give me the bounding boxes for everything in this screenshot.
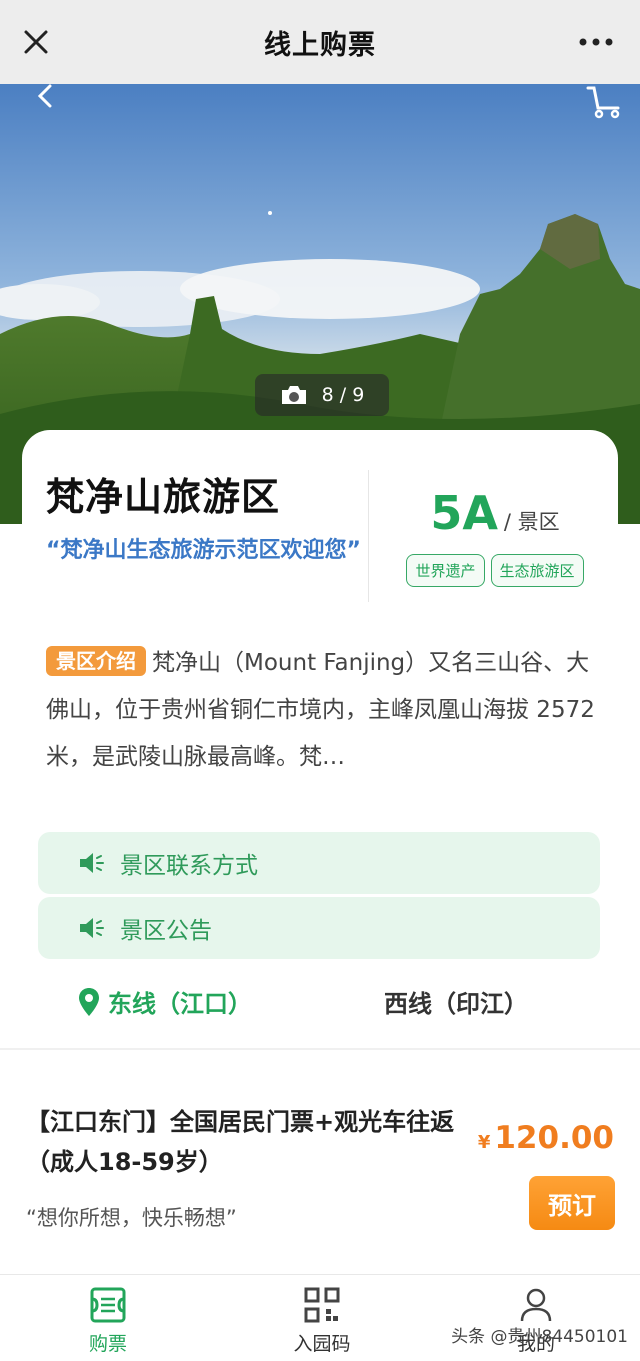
east-route-label: 东线（江口） (108, 990, 252, 1018)
nav-buy-label: 购票 (88, 1333, 127, 1355)
scenic-grade: 5A (430, 486, 498, 540)
park-introduction[interactable]: 景区介绍 梵净山（Mount Fanjing）又名三山谷、大佛山，位于贵州省铜仁市… (46, 640, 596, 781)
contact-info-row[interactable]: 景区联系方式 (38, 832, 600, 894)
route-tabs: 东线（江口） 西线（印江） (0, 970, 640, 1034)
ticket-subtitle: “想你所想，快乐畅想” (26, 1206, 237, 1230)
nav-buy-ticket[interactable]: 购票 (48, 1285, 168, 1356)
intro-badge: 景区介绍 (46, 646, 146, 676)
ticket-icon (90, 1287, 126, 1323)
ticket-price: ¥ 120.00 (478, 1120, 614, 1156)
tag-eco-tourism: 生态旅游区 (490, 554, 584, 587)
ticket-page: 线上购票 8 / 9 梵净山旅游区 “梵净山生态旅游示范区欢迎您” 5A / 景… (0, 0, 640, 1361)
announcement-label: 景区公告 (120, 918, 212, 944)
price-amount: 120.00 (494, 1120, 614, 1156)
book-button[interactable]: 预订 (529, 1176, 615, 1230)
location-pin-icon (79, 987, 99, 1016)
scenic-grade-unit: / 景区 (503, 510, 560, 534)
camera-icon (281, 386, 306, 404)
divider (368, 470, 369, 602)
close-icon[interactable] (18, 24, 54, 60)
top-navigation-bar: 线上购票 (0, 0, 640, 84)
currency-symbol: ¥ (477, 1132, 491, 1153)
qr-code-icon (304, 1287, 340, 1323)
user-icon (520, 1288, 552, 1322)
nav-entry-code[interactable]: 入园码 (262, 1285, 382, 1356)
tab-east-route[interactable]: 东线（江口） (78, 984, 252, 1019)
park-name: 梵净山旅游区 (46, 475, 281, 519)
photo-counter: 8 / 9 (255, 374, 389, 416)
tab-west-route[interactable]: 西线（印江） (384, 984, 528, 1019)
park-slogan: “梵净山生态旅游示范区欢迎您” (46, 538, 361, 563)
west-route-label: 西线（印江） (384, 990, 528, 1018)
speaker-icon (80, 918, 104, 938)
speaker-icon (80, 853, 104, 873)
ticket-name: 【江口东门】全国居民门票+观光车往返（成人18-59岁） (26, 1108, 455, 1176)
bottom-navigation: 购票 入园码 我的 (0, 1274, 640, 1361)
divider (0, 1048, 640, 1050)
page-title: 线上购票 (264, 29, 376, 61)
contact-info-label: 景区联系方式 (120, 853, 258, 879)
announcement-row[interactable]: 景区公告 (38, 897, 600, 959)
more-dots-icon[interactable] (578, 30, 614, 54)
watermark: 头条 @贵州84450101 (451, 1327, 628, 1347)
park-info-card: 梵净山旅游区 “梵净山生态旅游示范区欢迎您” 5A / 景区 世界遗产 生态旅游… (22, 430, 618, 610)
chevron-left-icon[interactable] (34, 84, 58, 112)
cart-icon[interactable] (584, 84, 624, 120)
nav-code-label: 入园码 (293, 1333, 351, 1355)
tag-world-heritage: 世界遗产 (406, 554, 485, 587)
photo-counter-text: 8 / 9 (321, 384, 365, 406)
